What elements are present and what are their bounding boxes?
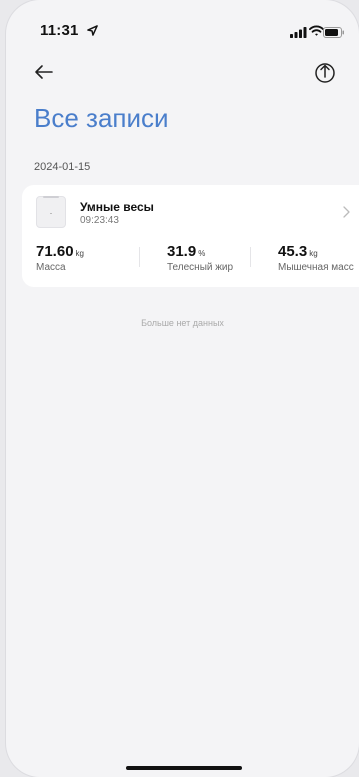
metric-value: 45.3 — [278, 243, 308, 260]
status-bar: 11:31 — [6, 0, 359, 60]
chevron-right-icon — [341, 205, 351, 219]
back-button[interactable] — [32, 60, 56, 84]
wifi-icon — [309, 24, 324, 42]
metric-muscle-mass: 45.3 kg Мышечная масс — [278, 243, 354, 273]
metric-unit: kg — [309, 249, 318, 258]
battery-icon — [323, 25, 345, 43]
metric-label: Масса — [36, 262, 66, 273]
metric-weight: 71.60 kg Масса — [36, 243, 84, 273]
location-arrow-icon — [87, 23, 98, 40]
home-indicator[interactable] — [126, 766, 242, 770]
page-title: Все записи — [34, 103, 169, 133]
divider — [139, 247, 140, 267]
metric-value: 71.60 — [36, 243, 74, 260]
metric-value: 31.9 — [167, 243, 197, 260]
divider — [250, 247, 251, 267]
share-button[interactable] — [313, 60, 337, 84]
arrow-left-icon — [35, 65, 53, 79]
metric-unit: kg — [75, 249, 84, 258]
phone-screen: 11:31 Все записи 2024-01-15 Умные весы 0… — [6, 0, 359, 777]
metric-unit: % — [198, 249, 206, 258]
record-time: 09:23:43 — [80, 215, 119, 226]
share-upload-icon — [315, 63, 335, 83]
record-card[interactable]: Умные весы 09:23:43 71.60 kg Масса 31.9% … — [22, 185, 359, 287]
metric-label: Телесный жир — [167, 262, 234, 273]
record-date: 2024-01-15 — [34, 161, 91, 173]
scale-device-icon — [36, 196, 66, 228]
status-time: 11:31 — [40, 22, 98, 40]
status-time-text: 11:31 — [40, 22, 79, 39]
metric-label: Мышечная масс — [278, 262, 354, 273]
cellular-signal-icon — [290, 25, 307, 43]
device-name: Умные весы — [80, 200, 154, 214]
no-more-data-text: Больше нет данных — [141, 318, 224, 328]
metric-body-fat: 31.9% Телесный жир — [167, 243, 233, 273]
